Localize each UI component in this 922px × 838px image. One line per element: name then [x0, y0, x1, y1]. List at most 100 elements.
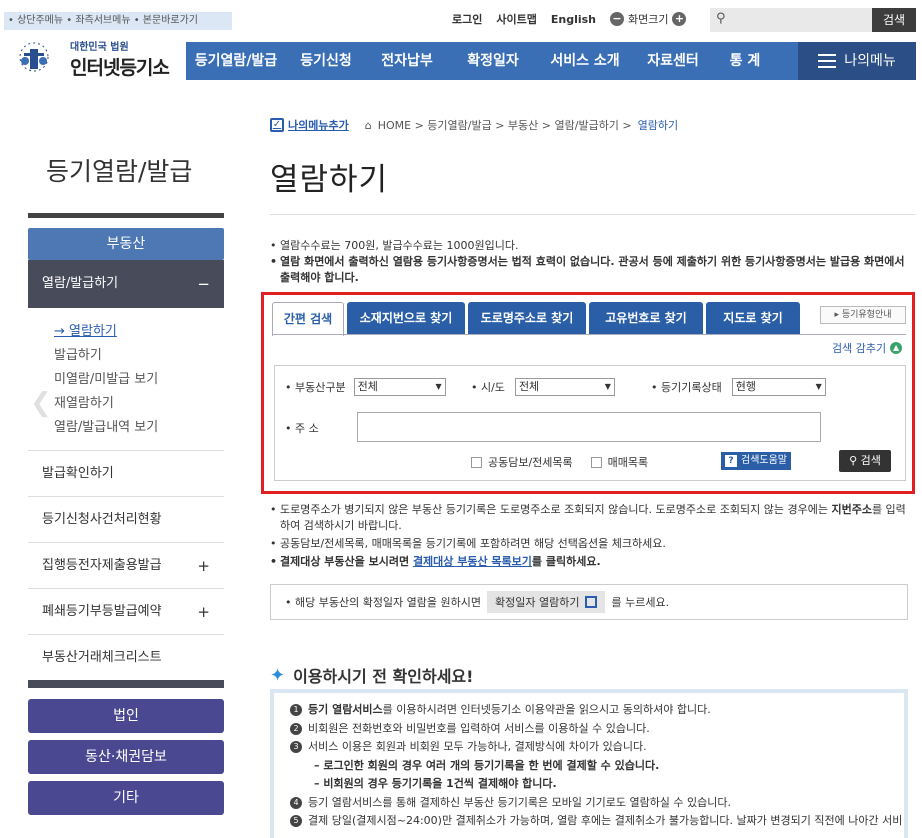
note-text: 도로명주소가 병기되지 않은 부동산 등기기록은 도로명주소로 조회되지 않습니…: [280, 503, 832, 516]
hamburger-icon: [818, 54, 837, 68]
number-icon: 2: [290, 722, 302, 735]
sidebar-item-closed-reserve[interactable]: 폐쇄등기부등발급예약 +: [28, 588, 224, 634]
sidebar-section-realestate[interactable]: 부동산: [28, 228, 224, 260]
main-nav: 등기열람/발급 등기신청 전자납부 확정일자 서비스 소개 자료센터 통 계: [186, 42, 798, 80]
sidebar-button-corporation[interactable]: 법인: [28, 699, 224, 733]
pin-icon: ✦: [270, 664, 286, 686]
city-row: • 시/도 전체: [471, 378, 615, 396]
external-link-icon: [585, 596, 598, 608]
check-item-text: 결제 당일(결제시점~24:00)만 결제취소가 가능하며, 열람 후에는 결제…: [308, 814, 903, 827]
submenu-review[interactable]: 재열람하기: [54, 392, 224, 416]
tab-unique-number[interactable]: 고유번호로 찾기: [589, 302, 703, 334]
hide-search-toggle[interactable]: 검색 감추기 ▲: [832, 340, 903, 356]
number-icon: 1: [290, 704, 302, 716]
nav-service-intro[interactable]: 서비스 소개: [538, 42, 632, 80]
note-road-address: 도로명주소가 병기되지 않은 부동산 등기기록은 도로명주소로 조회되지 않습니…: [270, 502, 910, 534]
sidebar-item-case-status[interactable]: 등기신청사건처리현황: [28, 496, 224, 542]
nav-fixed-date[interactable]: 확정일자: [448, 42, 538, 80]
zoom-out-button[interactable]: −: [610, 12, 624, 26]
my-menu-button[interactable]: 나의메뉴: [798, 42, 916, 80]
record-status-select[interactable]: 현행: [731, 378, 826, 396]
nav-registry-apply[interactable]: 등기신청: [286, 42, 366, 80]
sidebar: 부동산 열람/발급하기 − → 열람하기 발급하기 미열람/미발급 보기 재열람…: [28, 228, 224, 688]
joint-collateral-checkbox[interactable]: [471, 456, 482, 468]
check-item-text: 등기 열람서비스를 통해 결제하신 부동산 등기기록은 모바일 기기로도 열람하…: [308, 795, 732, 809]
title-divider: [270, 214, 915, 215]
sidebar-item-issue-check[interactable]: 발급확인하기: [28, 450, 224, 496]
skip-links[interactable]: • 상단주메뉴 • 좌측서브메뉴 • 본문바로가기: [4, 12, 232, 30]
zoom-in-button[interactable]: +: [672, 12, 687, 26]
search-input[interactable]: ⚲: [710, 8, 872, 32]
nav-e-payment[interactable]: 전자납부: [366, 42, 448, 80]
sidebar-item-label: 열람/발급하기: [42, 276, 119, 291]
number-icon: 4: [290, 796, 302, 809]
number-icon: 3: [290, 741, 302, 753]
zoom-control: − 화면크기 +: [610, 11, 687, 27]
check-item: 3 서비스 이용은 회원과 비회원 모두 가능하나, 결제방식에 차이가 있습니다…: [290, 738, 888, 757]
option-checks: 공동담보/전세목록 매매목록: [471, 454, 648, 470]
question-icon: ?: [725, 455, 737, 467]
property-type-select[interactable]: 전체: [353, 378, 446, 396]
tab-road-address[interactable]: 도로명주소로 찾기: [468, 302, 586, 334]
zoom-label: 화면크기: [628, 13, 669, 26]
joint-collateral-label: 공동담보/전세목록: [488, 456, 573, 469]
tab-lot-number[interactable]: 소재지번으로 찾기: [347, 302, 465, 334]
breadcrumb-current: 열람하기: [637, 119, 679, 132]
logo[interactable]: 대한민국 법원 인터넷등기소: [14, 38, 170, 80]
login-link[interactable]: 로그인: [452, 11, 482, 27]
city-label: • 시/도: [471, 381, 505, 394]
hide-search-label: 검색 감추기: [832, 342, 887, 355]
fixed-date-view-button[interactable]: 확정일자 열람하기: [487, 591, 606, 613]
payment-list-link[interactable]: 결제대상 부동산 목록보기: [413, 555, 532, 568]
sidebar-item-label: 등기신청사건처리현황: [42, 512, 162, 527]
search-tabs: 간편 검색 소재지번으로 찾기 도로명주소로 찾기 고유번호로 찾기 지도로 찾…: [272, 302, 800, 336]
add-my-menu-button[interactable]: ✓ 나의메뉴추가: [270, 117, 349, 133]
nav-data-center[interactable]: 자료센터: [632, 42, 714, 80]
sidebar-button-other[interactable]: 기타: [28, 781, 224, 815]
chevron-left-icon[interactable]: ❮: [30, 388, 52, 418]
submenu-issue[interactable]: 발급하기: [54, 344, 224, 368]
sidebar-title: 등기열람/발급: [46, 157, 193, 186]
submenu-history[interactable]: 열람/발급내역 보기: [54, 416, 224, 440]
submenu-unviewed[interactable]: 미열람/미발급 보기: [54, 368, 224, 392]
check-item: 1 등기 열람서비스를 이용하시려면 인터넷등기소 이용약관을 읽으시고 동의하셔…: [290, 701, 888, 720]
sidebar-button-movable[interactable]: 동산·채권담보: [28, 740, 224, 774]
tab-map[interactable]: 지도로 찾기: [706, 302, 800, 334]
sitemap-link[interactable]: 사이트맵: [496, 11, 536, 27]
search-help-label: 검색도움말: [741, 455, 787, 466]
form-search-button[interactable]: ⚲ 검색: [839, 450, 891, 472]
search-help-button[interactable]: ? 검색도움말: [721, 452, 791, 470]
tab-simple-search[interactable]: 간편 검색: [272, 302, 344, 336]
nav-registry-view[interactable]: 등기열람/발급: [186, 42, 286, 80]
registry-type-guide-button[interactable]: ▸ 등기유형안내: [820, 306, 906, 324]
sidebar-item-view-issue[interactable]: 열람/발급하기 −: [28, 260, 224, 308]
tab-underline: [272, 334, 906, 335]
sidebar-item-checklist[interactable]: 부동산거래체크리스트: [28, 634, 224, 680]
expand-icon: +: [197, 603, 210, 621]
check-title-text: 이용하시기 전 확인하세요!: [293, 667, 474, 686]
check-subitem: – 비회원의 경우 등기기록을 1건씩 결제해야 합니다.: [314, 777, 557, 790]
search-panel: 간편 검색 소재지번으로 찾기 도로명주소로 찾기 고유번호로 찾기 지도로 찾…: [261, 292, 915, 494]
submenu-view[interactable]: → 열람하기: [54, 320, 224, 344]
address-input[interactable]: [357, 412, 821, 442]
breadcrumb: ✓ 나의메뉴추가 ⌂ HOME > 등기열람/발급 > 부동산 > 열람/발급하…: [270, 117, 678, 133]
my-menu-label: 나의메뉴: [844, 53, 896, 69]
breadcrumb-path[interactable]: HOME > 등기열람/발급 > 부동산 > 열람/발급하기 >: [378, 117, 632, 133]
sidebar-item-label: 집행등전자제출용발급: [42, 558, 162, 573]
note-payment: 결제대상 부동산을 보시려면 결제대상 부동산 목록보기를 클릭하세요.: [270, 554, 910, 570]
sidebar-footer-bar: [28, 680, 224, 688]
search-button[interactable]: 검색: [872, 8, 916, 32]
notice-legal: 열람 화면에서 출력하신 열람용 등기사항증명서는 법적 효력이 없습니다. 관…: [270, 254, 910, 286]
sale-list-checkbox[interactable]: [590, 456, 602, 468]
sidebar-item-label: 부동산거래체크리스트: [42, 650, 162, 665]
sidebar-item-e-submit[interactable]: 집행등전자제출용발급 +: [28, 542, 224, 588]
english-link[interactable]: English: [551, 13, 596, 26]
search-notes: 도로명주소가 병기되지 않은 부동산 등기기록은 도로명주소로 조회되지 않습니…: [270, 502, 910, 572]
sidebar-divider: [28, 213, 224, 218]
city-select[interactable]: 전체: [514, 378, 615, 396]
sidebar-item-label: 폐쇄등기부등발급예약: [42, 604, 162, 619]
sidebar-item-label: 발급확인하기: [42, 466, 114, 481]
note-bold: 지번주소: [831, 503, 872, 516]
logo-subtitle: 대한민국 법원: [70, 42, 129, 53]
nav-statistics[interactable]: 통 계: [714, 42, 776, 80]
